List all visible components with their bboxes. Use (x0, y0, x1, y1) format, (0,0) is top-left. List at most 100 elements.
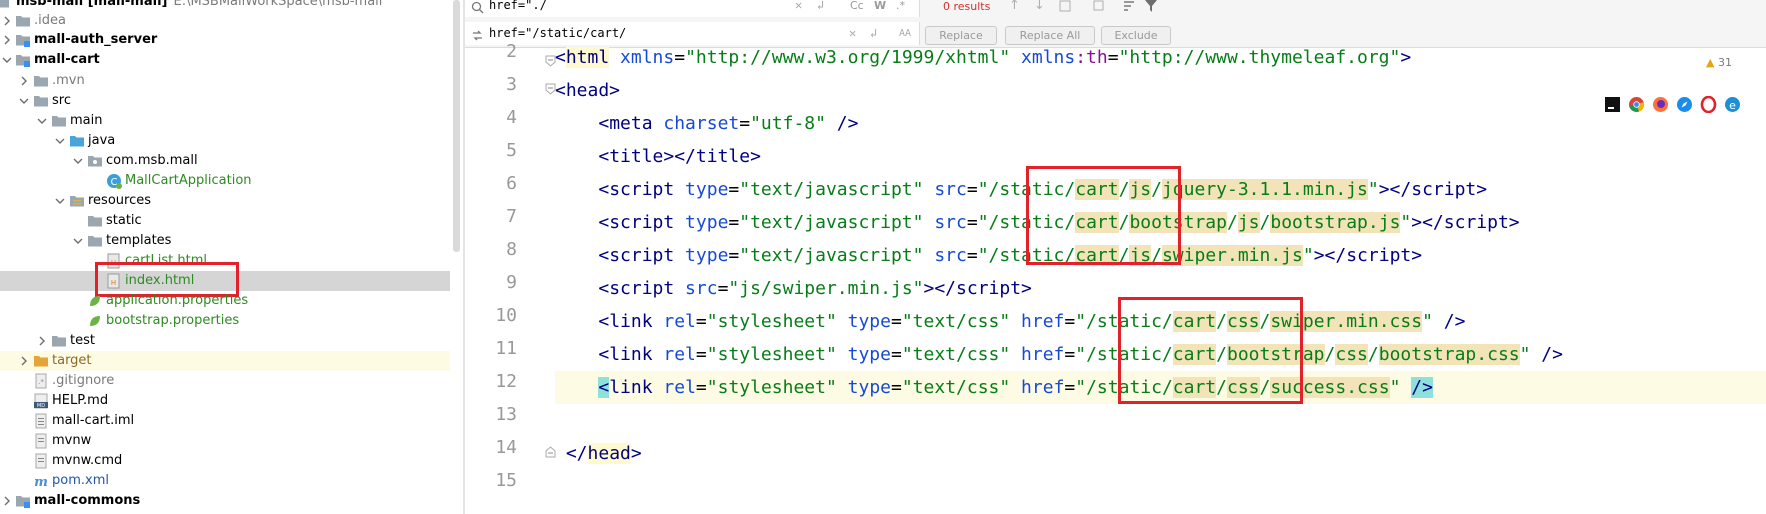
code-token: href (1010, 311, 1065, 332)
tree-scrollbar[interactable] (450, 0, 463, 514)
code-token: = (890, 311, 902, 332)
code-line[interactable] (555, 404, 1766, 437)
search-icon (471, 0, 484, 14)
tree-row-mall-auth-server[interactable]: mall-auth_server (0, 30, 463, 50)
tree-row-package[interactable]: com.msb.mall (0, 151, 463, 171)
code-token: > (1411, 245, 1423, 266)
code-token: "text/javascript" (739, 245, 924, 266)
chevron-right-icon[interactable] (35, 334, 49, 348)
new-line-icon[interactable]: ↲ (817, 0, 824, 17)
chevron-down-icon[interactable] (0, 53, 14, 67)
code-token: " (1075, 311, 1087, 332)
tree-row-bootstrap-properties[interactable]: bootstrap.properties (0, 311, 463, 331)
tree-row-src[interactable]: src (0, 91, 463, 111)
match-case-toggle[interactable]: Cc (850, 0, 864, 15)
code-token: js (1237, 212, 1260, 233)
code-token: html (565, 47, 610, 68)
tree-item-label: src (52, 93, 71, 108)
tree-row-resources[interactable]: resources (0, 191, 463, 211)
chevron-down-icon[interactable] (17, 94, 31, 108)
chevron-right-icon[interactable] (0, 494, 14, 508)
tree-row-idea[interactable]: .idea (0, 11, 463, 31)
code-line[interactable]: </head> (555, 437, 1766, 470)
tree-scrollbar-thumb[interactable] (453, 0, 460, 252)
multi-select-icon[interactable] (1093, 0, 1107, 11)
regex-toggle[interactable]: .* (896, 0, 905, 15)
code-token: = (966, 179, 978, 200)
tree-item-label: target (52, 353, 92, 368)
safari-icon[interactable] (1676, 96, 1693, 113)
tree-row-mall-cart-application[interactable]: C MallCartApplication (0, 171, 463, 191)
intellij-icon[interactable] (1604, 96, 1621, 113)
select-all-occurrences-icon[interactable] (1059, 0, 1071, 12)
chrome-icon[interactable] (1628, 96, 1645, 113)
code-editor[interactable]: href="./ ✕ ↲ Cc W .* href="/static/cart/… (465, 0, 1766, 514)
filter-icon[interactable] (1145, 0, 1157, 12)
tree-row-test[interactable]: test (0, 331, 463, 351)
code-token: bootstrap.css (1378, 344, 1520, 365)
code-token: bootstrap.js (1270, 212, 1401, 233)
code-token: = (890, 344, 902, 365)
edge-icon[interactable]: e (1724, 96, 1741, 113)
code-token: "http://www.w3.org/1999/xhtml" (685, 47, 1011, 68)
tree-row-mvn[interactable]: .mvn (0, 71, 463, 91)
tree-row-gitignore[interactable]: .* .gitignore (0, 371, 463, 391)
code-line[interactable]: <head> (555, 74, 1766, 107)
tree-row-target[interactable]: target (0, 351, 450, 371)
code-line[interactable]: <meta charset="utf-8" /> (555, 107, 1766, 140)
tree-row-help-md[interactable]: MD HELP.md (0, 391, 463, 411)
chevron-right-icon[interactable] (17, 74, 31, 88)
line-number: 11 (495, 338, 517, 359)
code-token: script (1346, 245, 1412, 266)
chevron-down-icon[interactable] (35, 114, 49, 128)
tree-row-mvnw[interactable]: mvnw (0, 431, 463, 451)
tree-row-mall-cart[interactable]: mall-cart (0, 50, 463, 70)
code-line[interactable] (555, 470, 1766, 503)
opera-icon[interactable] (1700, 95, 1717, 114)
code-token: " (1302, 245, 1314, 266)
warnings-indicator[interactable]: ▲ 31 (1706, 56, 1732, 69)
code-token: link (609, 377, 653, 398)
sort-icon[interactable] (1123, 0, 1135, 11)
chevron-down-icon[interactable] (71, 154, 85, 168)
tree-row-main[interactable]: main (0, 111, 463, 131)
tree-row-java[interactable]: java (0, 131, 463, 151)
code-token: > (1400, 47, 1412, 68)
chevron-down-icon[interactable] (53, 194, 67, 208)
tree-row-application-properties[interactable]: application.properties (0, 291, 463, 311)
code-line[interactable]: <html xmlns="http://www.w3.org/1999/xhtm… (555, 41, 1766, 74)
code-token: <script (598, 245, 675, 266)
chevron-down-icon[interactable] (53, 134, 67, 148)
whole-words-toggle[interactable]: W (874, 0, 886, 15)
tree-row-static[interactable]: static (0, 211, 463, 231)
code-area[interactable]: <html xmlns="http://www.w3.org/1999/xhtm… (555, 47, 1766, 514)
clear-search-icon[interactable]: ✕ (795, 0, 802, 17)
code-token: <title></title> (598, 146, 761, 167)
replace-value: href="/static/cart/ (489, 26, 627, 40)
code-token: ></ (1411, 212, 1444, 233)
tree-row-mall-cart-iml[interactable]: mall-cart.iml (0, 411, 463, 431)
chevron-right-icon[interactable] (17, 354, 31, 368)
tree-row-mvnw-cmd[interactable]: mvnw.cmd (0, 451, 463, 471)
folder-icon (51, 333, 67, 349)
firefox-icon[interactable] (1652, 96, 1669, 113)
previous-occurrence-icon[interactable]: ↑ (1009, 0, 1020, 13)
code-token: > (1508, 212, 1520, 233)
next-occurrence-icon[interactable]: ↓ (1034, 0, 1045, 13)
root-project-path: E:\MSBMallWorkSpace\msb-mall (173, 0, 383, 9)
code-token: = (717, 278, 729, 299)
code-token: <link (598, 311, 653, 332)
tree-row-templates[interactable]: templates (0, 231, 463, 251)
code-token: /> (1530, 344, 1563, 365)
tree-item-label: mvnw.cmd (52, 453, 123, 468)
tree-item-label: bootstrap.properties (106, 313, 240, 328)
chevron-down-icon[interactable] (71, 234, 85, 248)
tree-row-mall-commons[interactable]: mall-commons (0, 491, 463, 511)
code-token: /> (825, 113, 859, 134)
tree-row-pom-xml[interactable]: m pom.xml (0, 471, 463, 491)
code-token: "stylesheet" (706, 377, 837, 398)
line-number: 8 (506, 239, 517, 260)
chevron-right-icon[interactable] (0, 14, 14, 28)
chevron-right-icon[interactable] (0, 33, 14, 47)
